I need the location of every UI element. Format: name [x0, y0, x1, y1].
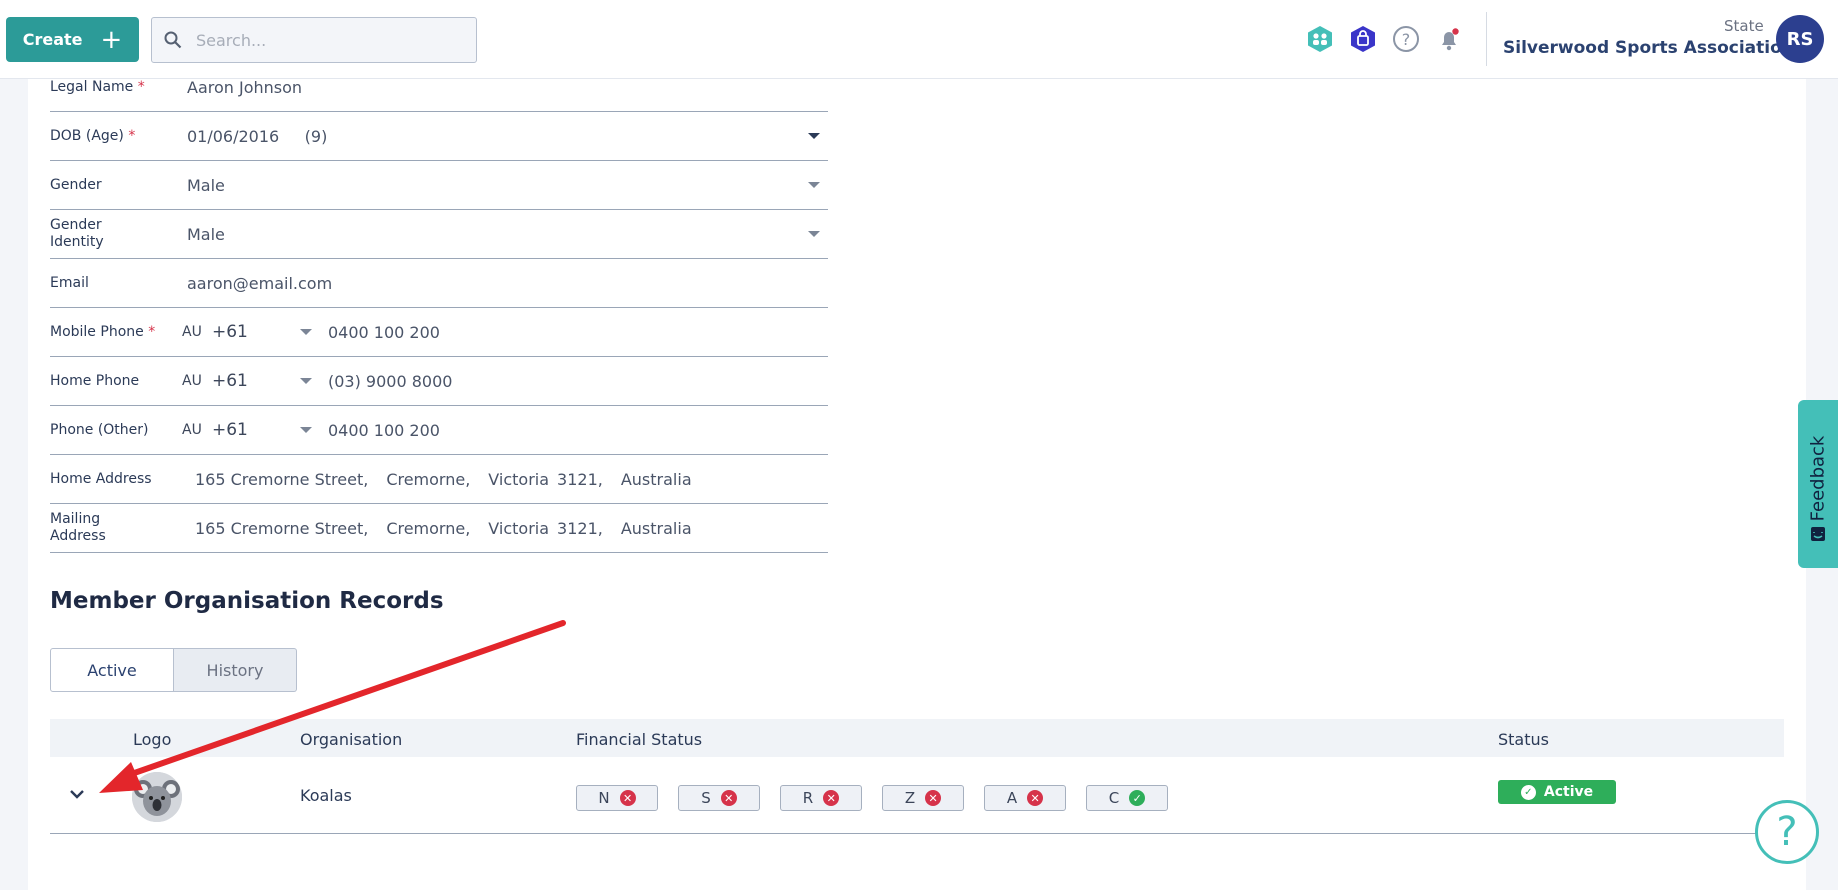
gender-row[interactable]: Gender Male	[50, 161, 828, 210]
state-label: State	[1724, 17, 1764, 35]
gender-identity-label: Gender Identity	[50, 217, 104, 250]
chevron-down-icon[interactable]	[808, 182, 820, 188]
chevron-down-icon[interactable]	[808, 133, 820, 139]
tab-active[interactable]: Active	[50, 648, 174, 692]
mobile-phone-field[interactable]: 0400 100 200	[328, 323, 440, 342]
legal-name-field[interactable]: Aaron Johnson	[187, 78, 302, 97]
financial-badge-z: Z ✕	[882, 785, 964, 811]
financial-badge-n: N ✕	[576, 785, 658, 811]
home-address-field[interactable]: 165 Cremorne Street, Cremorne, Victoria 312…	[195, 470, 710, 489]
tab-history[interactable]: History	[174, 648, 297, 692]
financial-badge-r: R ✕	[780, 785, 862, 811]
dial-code[interactable]: +61	[212, 371, 268, 391]
financial-badge-s: S ✕	[678, 785, 760, 811]
home-phone-row: Home Phone AU +61 (03) 9000 8000	[50, 357, 828, 406]
status-badge: ✓ Active	[1498, 780, 1616, 804]
x-circle-icon: ✕	[619, 790, 636, 806]
chevron-down-icon[interactable]	[68, 788, 86, 800]
gender-select[interactable]: Male	[187, 176, 225, 195]
table-header: Logo Organisation Financial Status Statu…	[50, 719, 1784, 757]
check-circle-icon: ✓	[1520, 784, 1536, 800]
email-field[interactable]: aaron@email.com	[187, 274, 332, 293]
x-circle-icon: ✕	[925, 790, 942, 806]
financial-badge-c: C ✓	[1086, 785, 1168, 811]
x-circle-icon: ✕	[1027, 790, 1044, 806]
create-label: Create	[22, 30, 83, 49]
svg-text:?: ?	[1402, 30, 1411, 49]
plus-icon: +	[100, 24, 123, 55]
financial-badge-a: A ✕	[984, 785, 1066, 811]
section-title: Member Organisation Records	[50, 588, 444, 614]
mailing-address-row[interactable]: Mailing Address 165 Cremorne Street, Crem…	[50, 504, 828, 553]
organisation-name[interactable]: Koalas	[300, 786, 352, 805]
column-status: Status	[1498, 730, 1549, 749]
org-switcher[interactable]: Silverwood Sports Association	[1503, 38, 1816, 58]
gender-identity-row[interactable]: Gender Identity Male	[50, 210, 828, 259]
feedback-tab[interactable]: Feedback	[1798, 400, 1838, 568]
other-phone-field[interactable]: 0400 100 200	[328, 421, 440, 440]
chevron-down-icon[interactable]	[300, 378, 312, 384]
email-label: Email	[50, 274, 89, 291]
chevron-down-icon[interactable]	[808, 231, 820, 237]
home-phone-label: Home Phone	[50, 372, 140, 389]
dob-label: DOB (Age) *	[50, 127, 136, 144]
bell-icon[interactable]	[1435, 25, 1463, 53]
chevron-down-icon[interactable]	[300, 427, 312, 433]
legal-name-label: Legal Name *	[50, 78, 145, 95]
feedback-label: Feedback	[1807, 435, 1829, 522]
country-code[interactable]: AU	[182, 422, 212, 438]
column-logo: Logo	[133, 730, 172, 749]
help-icon[interactable]: ?	[1392, 25, 1420, 53]
mobile-phone-row: Mobile Phone * AU +61 0400 100 200	[50, 308, 828, 357]
top-bar: Create + ?	[0, 0, 1838, 79]
org-name: Silverwood Sports Association	[1503, 38, 1794, 58]
community-icon[interactable]	[1306, 25, 1334, 53]
financial-status-badges: N ✕ S ✕ R ✕ Z ✕ A ✕ C ✓	[576, 785, 1168, 811]
dial-code[interactable]: +61	[212, 420, 268, 440]
feedback-smile-icon	[1811, 527, 1825, 541]
column-organisation[interactable]: Organisation	[300, 730, 402, 749]
dob-field[interactable]: 01/06/2016 (9)	[187, 127, 327, 146]
x-circle-icon: ✕	[720, 790, 737, 806]
search-icon	[164, 31, 182, 49]
shop-icon[interactable]	[1349, 25, 1377, 53]
mailing-address-field[interactable]: 165 Cremorne Street, Cremorne, Victoria 312…	[195, 519, 710, 538]
dob-row[interactable]: DOB (Age) * 01/06/2016 (9)	[50, 112, 828, 161]
record-tabs: Active History	[50, 648, 297, 692]
country-code[interactable]: AU	[182, 324, 212, 340]
email-row: Email aaron@email.com	[50, 259, 828, 308]
other-phone-label: Phone (Other)	[50, 421, 149, 438]
gender-identity-select[interactable]: Male	[187, 225, 225, 244]
check-circle-icon: ✓	[1129, 790, 1146, 806]
search-box[interactable]	[151, 17, 477, 63]
column-financial-status: Financial Status	[576, 730, 703, 749]
search-input[interactable]	[194, 29, 448, 51]
member-details-form: Legal Name * Aaron Johnson DOB (Age) * 0…	[50, 65, 828, 553]
gender-label: Gender	[50, 176, 102, 193]
age-value: (9)	[304, 126, 328, 146]
avatar[interactable]: RS	[1776, 15, 1824, 63]
koala-logo	[132, 772, 182, 822]
x-circle-icon: ✕	[823, 790, 840, 806]
home-address-label: Home Address	[50, 470, 152, 487]
table-row[interactable]: Koalas N ✕ S ✕ R ✕ Z ✕ A ✕ C ✓ ✓ Active	[50, 758, 1784, 834]
mailing-address-label: Mailing Address	[50, 511, 106, 544]
dial-code[interactable]: +61	[212, 322, 268, 342]
other-phone-row: Phone (Other) AU +61 0400 100 200	[50, 406, 828, 455]
home-address-row[interactable]: Home Address 165 Cremorne Street, Cremorn…	[50, 455, 828, 504]
home-phone-field[interactable]: (03) 9000 8000	[328, 372, 452, 391]
mobile-phone-label: Mobile Phone *	[50, 323, 156, 340]
create-button[interactable]: Create +	[6, 17, 139, 62]
chevron-down-icon[interactable]	[300, 329, 312, 335]
country-code[interactable]: AU	[182, 373, 212, 389]
header-divider	[1486, 12, 1487, 66]
help-button[interactable]: ?	[1755, 800, 1819, 864]
